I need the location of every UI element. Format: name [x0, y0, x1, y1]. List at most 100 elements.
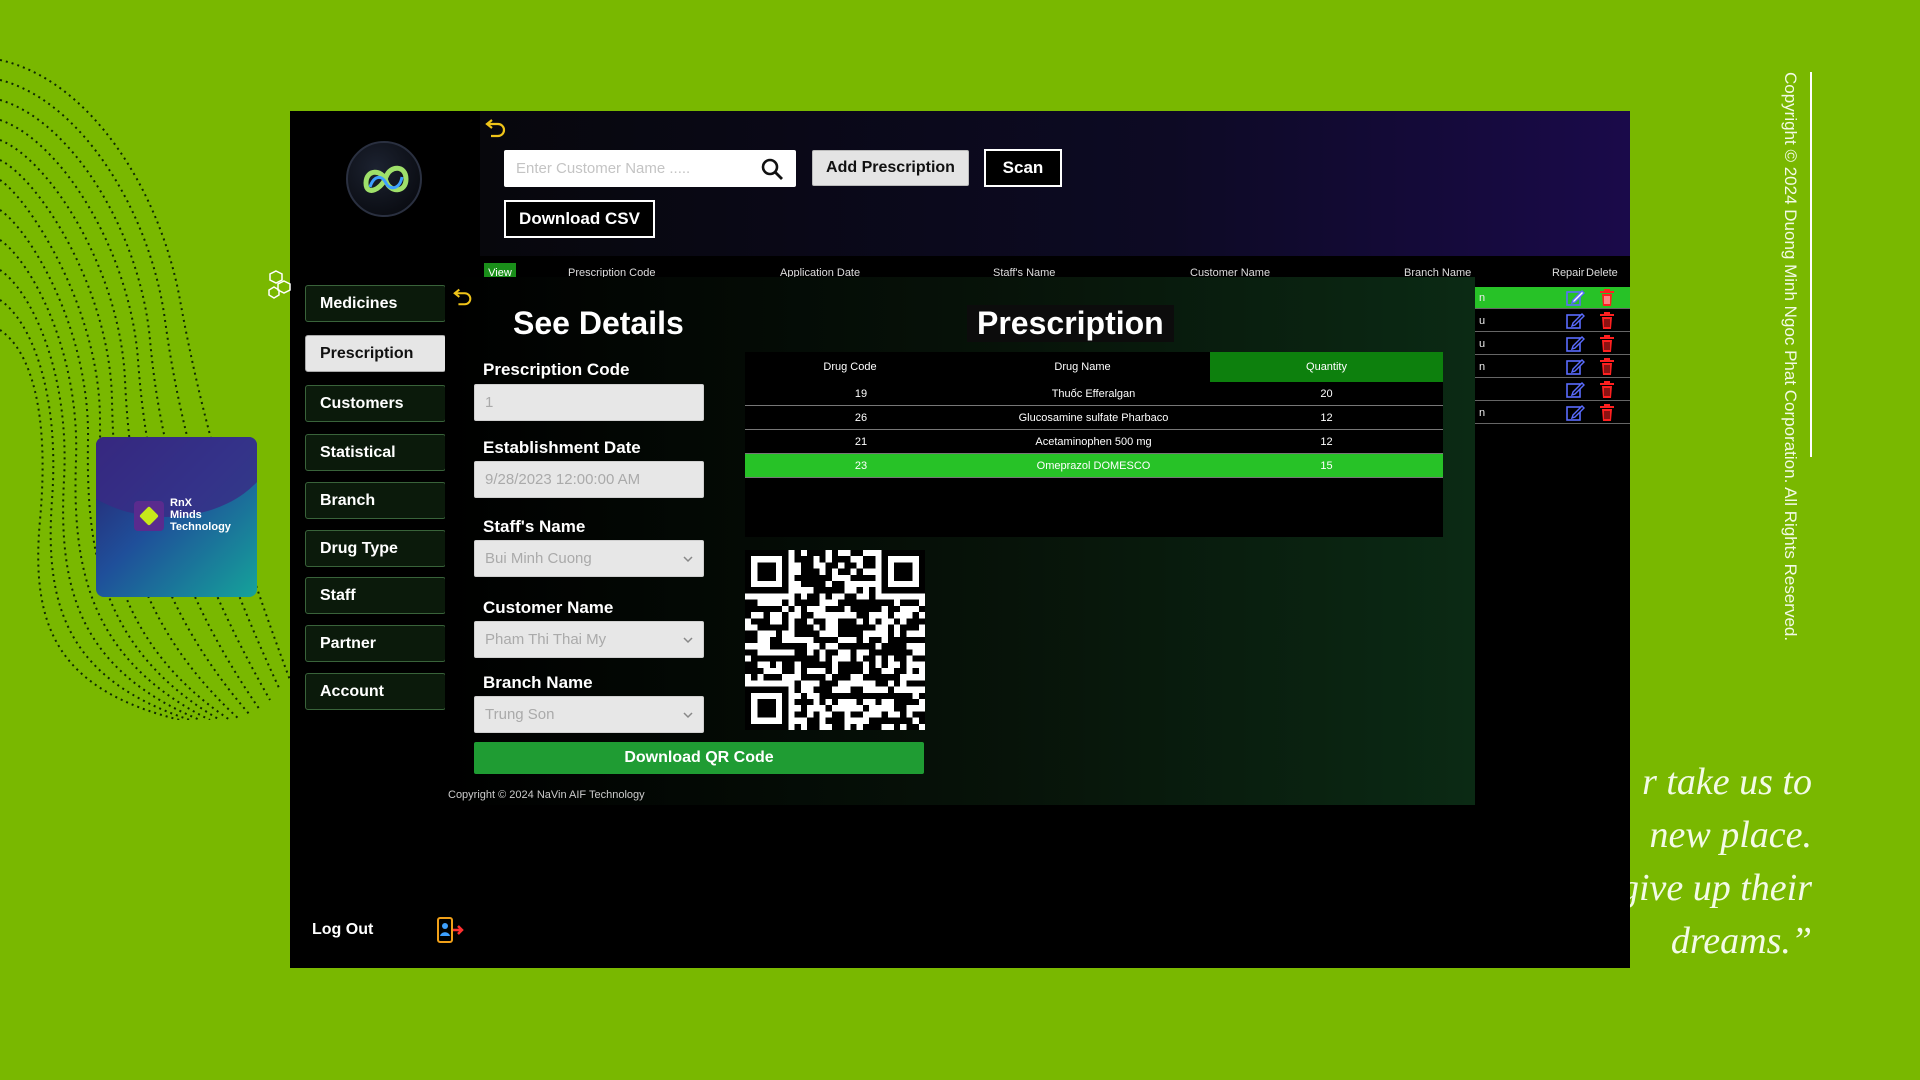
table-row[interactable]: 21 Acetaminophen 500 mg 12: [745, 430, 1443, 454]
prescription-code-field[interactable]: 1: [474, 384, 704, 421]
customer-name-label: Customer Name: [483, 598, 614, 617]
table-row[interactable]: n: [1475, 287, 1630, 309]
field-value: 9/28/2023 12:00:00 AM: [485, 471, 641, 488]
prescription-detail-panel: See Details Prescription Prescription Co…: [445, 277, 1475, 805]
see-details-title: See Details: [513, 305, 684, 341]
decorative-wave-pattern: [0, 59, 291, 720]
sidebar-item-label: Account: [320, 682, 384, 700]
sidebar-item-partner[interactable]: Partner: [305, 625, 446, 662]
chevron-down-icon: [683, 556, 693, 563]
edit-icon[interactable]: [1565, 312, 1585, 330]
search-input[interactable]: [516, 150, 756, 187]
cell-drug-name: Glucosamine sulfate Pharbaco: [1018, 412, 1169, 424]
branch-name-select[interactable]: Trung Son: [474, 696, 704, 733]
sidebar-item-label: Staff: [320, 586, 356, 604]
header-drug-code: Drug Code: [823, 361, 877, 373]
cell-quantity: 12: [1320, 436, 1333, 448]
header-delete: Delete: [1586, 267, 1618, 279]
table-row[interactable]: 26 Glucosamine sulfate Pharbaco 12: [745, 406, 1443, 430]
delete-icon[interactable]: [1599, 381, 1615, 399]
table-row[interactable]: 19 Thuốc Efferalgan 20: [745, 382, 1443, 406]
row-branch: n: [1479, 361, 1486, 373]
delete-icon[interactable]: [1599, 312, 1615, 330]
sidebar-item-label: Prescription: [320, 344, 414, 362]
cell-drug-name: Thuốc Efferalgan: [1051, 388, 1136, 400]
row-branch: u: [1479, 338, 1486, 350]
add-prescription-button[interactable]: Add Prescription: [812, 150, 969, 186]
edit-icon[interactable]: [1565, 358, 1585, 376]
field-value: Bui Minh Cuong: [485, 550, 592, 567]
sidebar-item-branch[interactable]: Branch: [305, 482, 446, 519]
field-value: 1: [485, 394, 494, 411]
staff-name-select[interactable]: Bui Minh Cuong: [474, 540, 704, 577]
table-row[interactable]: u: [1475, 310, 1630, 332]
sidebar-item-account[interactable]: Account: [305, 673, 446, 710]
drug-table: Drug Code Drug Name Quantity 19 Thuốc Ef…: [745, 352, 1443, 537]
rnx-brand-card: RnX Minds Technology: [96, 437, 257, 597]
delete-icon[interactable]: [1599, 289, 1615, 307]
download-csv-button[interactable]: Download CSV: [504, 200, 655, 238]
sidebar-item-label: Customers: [320, 394, 404, 412]
rnx-line: Minds: [170, 509, 202, 521]
prescription-title: Prescription: [967, 305, 1174, 342]
logout-button[interactable]: Log Out: [312, 921, 373, 939]
search-icon[interactable]: [760, 157, 784, 181]
sidebar-item-medicines[interactable]: Medicines: [305, 285, 446, 322]
rnx-line: Technology: [170, 521, 231, 533]
row-branch: u: [1479, 315, 1486, 327]
cell-drug-name: Acetaminophen 500 mg: [1035, 436, 1152, 448]
edit-icon[interactable]: [1565, 381, 1585, 399]
header-drug-name: Drug Name: [1054, 361, 1111, 373]
edit-icon[interactable]: [1565, 289, 1585, 307]
customer-name-select[interactable]: Pham Thi Thai My: [474, 621, 704, 658]
sidebar-item-label: Branch: [320, 491, 376, 509]
edit-icon[interactable]: [1565, 335, 1585, 353]
chevron-down-icon: [683, 637, 693, 644]
table-row[interactable]: 23 Omeprazol DOMESCO 15: [745, 454, 1443, 478]
sidebar-item-drug-type[interactable]: Drug Type: [305, 530, 446, 567]
cell-drug-code: 19: [854, 388, 868, 400]
sidebar-item-label: Medicines: [320, 294, 398, 312]
sidebar-item-label: Partner: [320, 634, 377, 652]
staff-name-label: Staff's Name: [483, 517, 586, 536]
row-branch: n: [1479, 292, 1486, 304]
rnx-logo-icon: [134, 501, 164, 531]
sidebar-item-label: Statistical: [320, 443, 396, 461]
logout-icon[interactable]: [435, 915, 465, 945]
customer-search-box[interactable]: [504, 150, 796, 187]
table-row[interactable]: n: [1475, 402, 1630, 424]
undo-icon[interactable]: [451, 285, 475, 307]
network-icon[interactable]: [268, 269, 292, 299]
vertical-copyright-text: Copyright © 2024 Duong Minh Ngoc Phat Co…: [1781, 72, 1800, 642]
edit-icon[interactable]: [1565, 404, 1585, 422]
rnx-brand-text: RnX Minds Technology: [170, 497, 231, 533]
chevron-down-icon: [683, 712, 693, 719]
sidebar-item-prescription[interactable]: Prescription: [305, 335, 446, 372]
header-repair: Repair: [1552, 267, 1585, 279]
prescription-code-label: Prescription Code: [483, 360, 630, 379]
table-row[interactable]: [1475, 379, 1630, 401]
rnx-line: RnX: [170, 497, 192, 509]
table-row[interactable]: n: [1475, 356, 1630, 378]
scan-button[interactable]: Scan: [984, 149, 1062, 187]
sidebar-item-staff[interactable]: Staff: [305, 577, 446, 614]
cell-quantity: 12: [1320, 412, 1333, 424]
delete-icon[interactable]: [1599, 358, 1615, 376]
cell-quantity: 20: [1320, 388, 1333, 400]
vertical-divider: [1810, 72, 1812, 457]
delete-icon[interactable]: [1599, 404, 1615, 422]
field-value: Pham Thi Thai My: [485, 631, 607, 648]
sidebar-item-statistical[interactable]: Statistical: [305, 434, 446, 471]
undo-icon[interactable]: [484, 115, 508, 139]
cell-drug-code: 21: [854, 436, 868, 448]
cell-quantity: 15: [1320, 460, 1333, 472]
establishment-date-field[interactable]: 9/28/2023 12:00:00 AM: [474, 461, 704, 498]
table-row[interactable]: u: [1475, 333, 1630, 355]
sidebar-item-customers[interactable]: Customers: [305, 385, 446, 422]
delete-icon[interactable]: [1599, 335, 1615, 353]
download-qr-button[interactable]: Download QR Code: [474, 742, 924, 774]
sidebar-item-label: Drug Type: [320, 539, 398, 557]
cell-drug-code: 26: [854, 412, 868, 424]
app-logo: [346, 141, 422, 217]
field-value: Trung Son: [485, 706, 555, 723]
